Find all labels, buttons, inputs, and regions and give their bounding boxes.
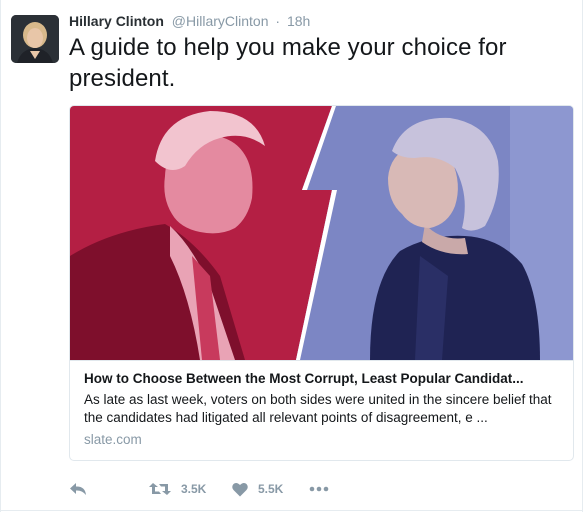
author-name[interactable]: Hillary Clinton xyxy=(69,13,164,29)
retweet-icon xyxy=(149,481,171,497)
card-description: As late as last week, voters on both sid… xyxy=(84,392,552,425)
card-image xyxy=(70,106,573,360)
retweet-button[interactable]: 3.5K xyxy=(149,478,206,500)
reply-icon xyxy=(69,481,87,497)
reply-button[interactable] xyxy=(69,478,87,500)
tweet-text: A guide to help you make your choice for… xyxy=(69,34,507,92)
link-card[interactable]: How to Choose Between the Most Corrupt, … xyxy=(69,105,574,461)
more-button[interactable] xyxy=(309,478,329,500)
bottom-divider xyxy=(1,510,583,511)
card-domain: slate.com xyxy=(84,432,142,447)
heart-icon xyxy=(232,482,248,497)
card-body: How to Choose Between the Most Corrupt, … xyxy=(70,360,573,460)
separator-dot: · xyxy=(275,13,281,29)
author-handle[interactable]: @HillaryClinton xyxy=(172,13,269,29)
tweet-actions: 3.5K 5.5K xyxy=(69,478,369,500)
like-button[interactable]: 5.5K xyxy=(232,478,283,500)
tweet-header: Hillary Clinton @HillaryClinton · 18h xyxy=(69,12,310,30)
tweet-time[interactable]: 18h xyxy=(287,13,310,29)
more-icon xyxy=(309,486,329,492)
retweet-count: 3.5K xyxy=(181,482,207,496)
tweet: Hillary Clinton @HillaryClinton · 18h A … xyxy=(0,0,583,512)
card-title[interactable]: How to Choose Between the Most Corrupt, … xyxy=(84,370,559,388)
avatar[interactable] xyxy=(11,15,59,63)
like-count: 5.5K xyxy=(258,482,284,496)
